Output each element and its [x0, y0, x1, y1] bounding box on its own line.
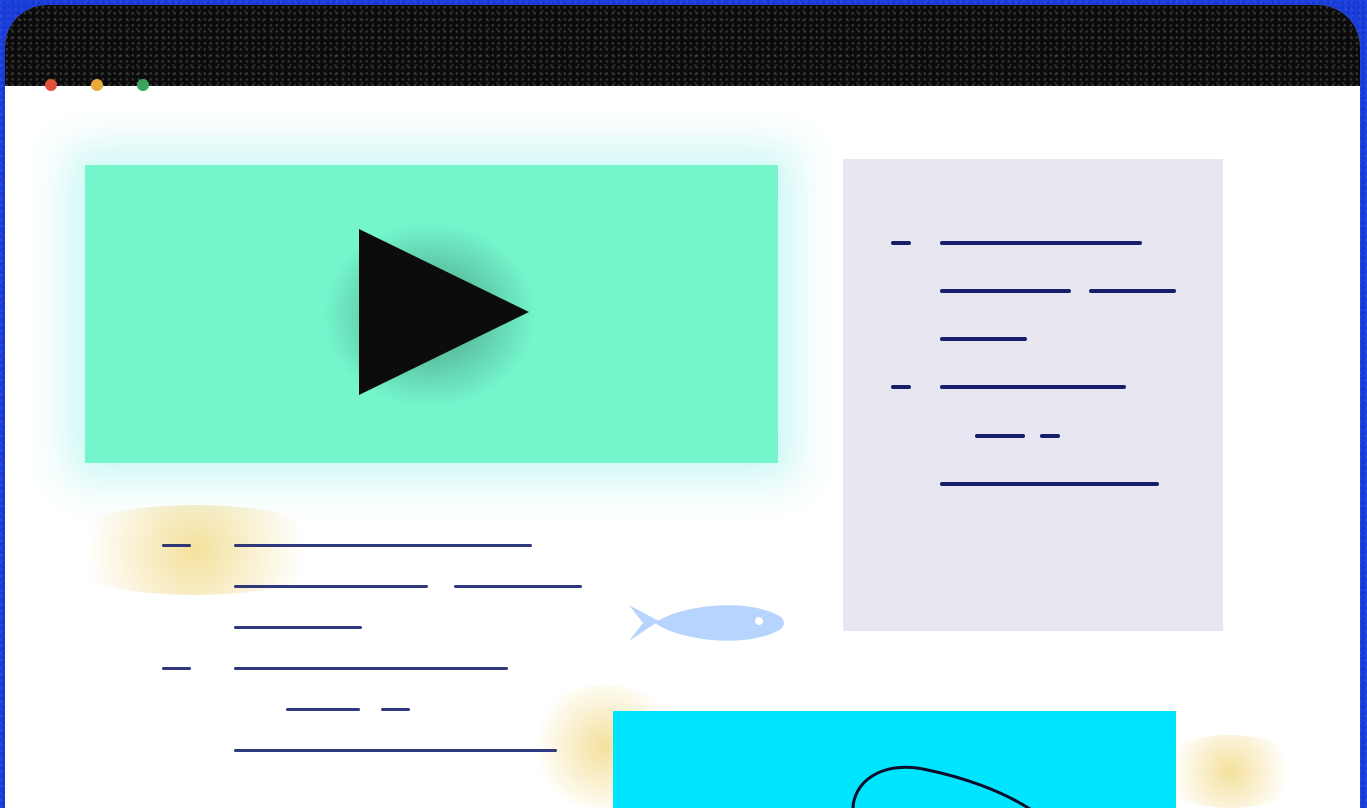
text-line: [940, 385, 1126, 389]
text-line: [1040, 434, 1060, 438]
speckle-decoration: [1155, 735, 1305, 808]
text-line: [454, 585, 582, 588]
video-player[interactable]: [85, 165, 778, 463]
text-line: [381, 708, 410, 711]
text-line: [234, 626, 362, 629]
text-line: [940, 482, 1159, 486]
text-line: [234, 585, 428, 588]
browser-window: [5, 5, 1360, 808]
text-line: [234, 667, 508, 670]
minimize-dot-icon[interactable]: [91, 79, 103, 91]
text-line: [1089, 289, 1176, 293]
text-line: [162, 544, 191, 547]
text-line: [234, 749, 557, 752]
text-line: [940, 241, 1142, 245]
speckle-decoration: [45, 505, 345, 595]
swirl-line: [851, 765, 1032, 808]
play-icon[interactable]: [359, 229, 529, 395]
window-titlebar: [5, 5, 1360, 86]
text-line: [286, 708, 360, 711]
text-panel: [843, 159, 1223, 631]
image-placeholder: [613, 711, 1176, 808]
text-line: [975, 434, 1025, 438]
maximize-dot-icon[interactable]: [137, 79, 149, 91]
fish-icon: [629, 605, 784, 641]
text-line: [162, 667, 191, 670]
text-line: [891, 385, 911, 389]
text-line: [234, 544, 532, 547]
close-dot-icon[interactable]: [45, 79, 57, 91]
text-line: [940, 289, 1071, 293]
text-line: [940, 337, 1027, 341]
text-line: [891, 241, 911, 245]
